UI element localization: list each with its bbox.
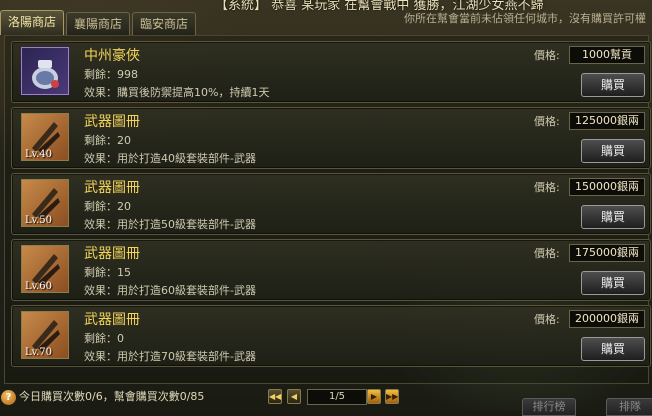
weapon-scroll-icon[interactable]: Lv.40 (21, 113, 69, 161)
potion-jar-icon[interactable] (21, 47, 69, 95)
item-remaining: 剩餘：0 (84, 332, 124, 345)
weapon-scroll-icon[interactable]: Lv.60 (21, 245, 69, 293)
item-price: 175000銀兩 (569, 244, 645, 262)
weapon-scroll-icon[interactable]: Lv.50 (21, 179, 69, 227)
guild-notice: 你所在幫會當前未佔領任何城市，沒有購買許可權 (404, 12, 646, 25)
tab-linan-shop[interactable]: 臨安商店 (132, 12, 197, 35)
item-remaining: 剩餘：15 (84, 266, 131, 279)
item-effect: 效果：用於打造60級套裝部件-武器 (84, 284, 256, 297)
item-level: Lv.70 (25, 347, 53, 358)
item-level: Lv.50 (25, 215, 53, 226)
item-effect: 效果：用於打造70級套裝部件-武器 (84, 350, 256, 363)
buy-button[interactable]: 購買 (581, 337, 645, 361)
last-page-icon[interactable]: ▶▶ (385, 389, 399, 404)
shop-item-row: Lv.60 武器圖冊 剩餘：15 效果：用於打造60級套裝部件-武器 價格: 1… (11, 239, 651, 301)
help-icon[interactable]: ? (1, 390, 16, 405)
item-price: 200000銀兩 (569, 310, 645, 328)
item-price: 1000幫貢 (569, 46, 645, 64)
shop-item-list: 中州豪俠 剩餘：998 效果：購買後防禦提高10%，持續1天 價格: 1000幫… (4, 35, 651, 384)
tab-xiangyang-shop[interactable]: 襄陽商店 (66, 12, 131, 35)
system-ticker: 【系統】 恭喜 某玩家 在幫會戰中 獲勝，江湖少女燕不歸 (215, 0, 544, 12)
shop-item-row: 中州豪俠 剩餘：998 效果：購買後防禦提高10%，持續1天 價格: 1000幫… (11, 41, 651, 103)
purchase-count: 今日購買次數0/6，幫會購買次數0/85 (19, 390, 205, 403)
tab-luoyang-shop[interactable]: 洛陽商店 (0, 10, 65, 35)
item-remaining: 剩餘：998 (84, 68, 138, 81)
shop-item-row: Lv.70 武器圖冊 剩餘：0 效果：用於打造70級套裝部件-武器 價格: 20… (11, 305, 651, 367)
item-price: 150000銀兩 (569, 178, 645, 196)
item-price: 125000銀兩 (569, 112, 645, 130)
item-name: 武器圖冊 (84, 312, 140, 328)
page-indicator: 1/5 (307, 389, 367, 405)
item-remaining: 剩餘：20 (84, 134, 131, 147)
price-label: 價格: (534, 247, 560, 260)
buy-button[interactable]: 購買 (581, 139, 645, 163)
prev-page-icon[interactable]: ◀ (287, 389, 301, 404)
shop-tabs: 洛陽商店 襄陽商店 臨安商店 (0, 10, 198, 35)
item-effect: 效果：用於打造50級套裝部件-武器 (84, 218, 256, 231)
weapon-scroll-icon[interactable]: Lv.70 (21, 311, 69, 359)
price-label: 價格: (534, 115, 560, 128)
buy-button[interactable]: 購買 (581, 205, 645, 229)
item-name: 武器圖冊 (84, 246, 140, 262)
ranking-button[interactable]: 排行榜 (522, 398, 576, 416)
item-level: Lv.60 (25, 281, 53, 292)
item-name: 中州豪俠 (84, 48, 140, 64)
queue-button[interactable]: 排隊 (606, 398, 652, 416)
item-name: 武器圖冊 (84, 114, 140, 130)
item-name: 武器圖冊 (84, 180, 140, 196)
buy-button[interactable]: 購買 (581, 73, 645, 97)
shop-item-row: Lv.40 武器圖冊 剩餘：20 效果：用於打造40級套裝部件-武器 價格: 1… (11, 107, 651, 169)
shop-footer: ? 今日購買次數0/6，幫會購買次數0/85 ◀◀ ◀ 1/5 ▶ ▶▶ 排行榜… (0, 384, 652, 416)
item-effect: 效果：購買後防禦提高10%，持續1天 (84, 86, 270, 99)
item-effect: 效果：用於打造40級套裝部件-武器 (84, 152, 256, 165)
item-remaining: 剩餘：20 (84, 200, 131, 213)
buy-button[interactable]: 購買 (581, 271, 645, 295)
shop-item-row: Lv.50 武器圖冊 剩餘：20 效果：用於打造50級套裝部件-武器 價格: 1… (11, 173, 651, 235)
price-label: 價格: (534, 49, 560, 62)
first-page-icon[interactable]: ◀◀ (268, 389, 282, 404)
price-label: 價格: (534, 181, 560, 194)
item-level: Lv.40 (25, 149, 53, 160)
price-label: 價格: (534, 313, 560, 326)
next-page-icon[interactable]: ▶ (367, 389, 381, 404)
